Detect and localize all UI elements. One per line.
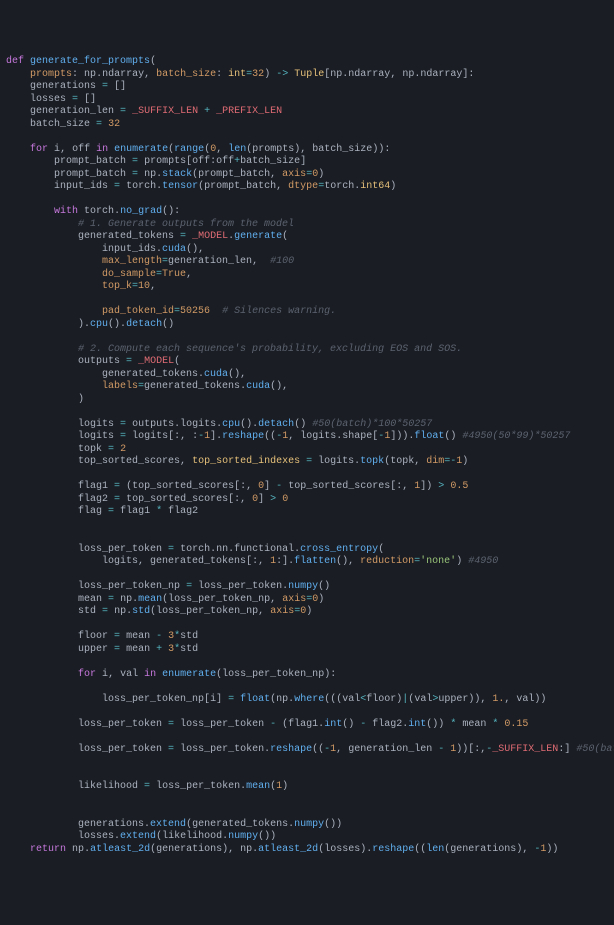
var-flag1: flag1 — [78, 481, 108, 492]
fn-extend: extend — [150, 819, 186, 830]
var-topidx: top_sorted_indexes — [192, 456, 300, 467]
fn-detach: detach — [126, 319, 162, 330]
comment-1: # 1. Generate outputs from the model — [78, 219, 294, 230]
comment-50: #50(batch)*100*50257 — [312, 419, 432, 430]
attr-shape: shape — [342, 431, 372, 442]
fn-cuda: cuda — [162, 244, 186, 255]
var-val: val — [120, 669, 138, 680]
fn-enumerate: enumerate — [114, 144, 168, 155]
comment-4950: #4950(50*99)*50257 — [462, 431, 570, 442]
kw-dosample: do_sample — [102, 269, 156, 280]
const-true: True — [162, 269, 186, 280]
lit-05: 0.5 — [450, 481, 468, 492]
type-tuple: Tuple — [294, 69, 324, 80]
comment-100: #100 — [270, 256, 294, 267]
var-flag2: flag2 — [78, 494, 108, 505]
default-32: 32 — [252, 69, 264, 80]
fn-generate: generate — [234, 231, 282, 242]
fn-nograd: no_grad — [120, 206, 162, 217]
fn-ce: cross_entropy — [300, 544, 378, 555]
kw-maxlen: max_length — [102, 256, 162, 267]
kw-dtype: dtype — [288, 181, 318, 192]
comment-50b: #50(batchsize)*50(length) — [576, 744, 614, 755]
kw-return: return — [30, 844, 66, 855]
comment-2: # 2. Compute each sequence's probability… — [78, 344, 462, 355]
comment-sil: # Silences warning. — [222, 306, 336, 317]
type-int: int — [228, 69, 246, 80]
const-suffix: _SUFFIX_LEN — [132, 106, 198, 117]
mod-func: functional — [234, 544, 294, 555]
var-mean: mean — [78, 594, 102, 605]
lit-015: 0.15 — [504, 719, 528, 730]
kw-labels: labels — [102, 381, 138, 392]
lit-32: 32 — [108, 119, 120, 130]
mod-nn: nn — [216, 544, 228, 555]
var-likelihood: likelihood — [78, 781, 138, 792]
lit-10: 10 — [138, 281, 150, 292]
str-none: 'none' — [420, 556, 456, 567]
param-bs: batch_size — [156, 69, 216, 80]
var-flag: flag — [78, 506, 102, 517]
comment-4950b: #4950 — [468, 556, 498, 567]
fn-name: generate_for_prompts — [30, 56, 150, 67]
code-editor[interactable]: def generate_for_prompts( prompts: np.nd… — [0, 50, 614, 862]
fn-float: float — [414, 431, 444, 442]
kw-axis: axis — [282, 169, 306, 180]
fn-cpu: cpu — [90, 319, 108, 330]
var-upper: upper — [78, 644, 108, 655]
lit-1f: 1. — [492, 694, 504, 705]
var-std: std — [78, 606, 96, 617]
var-outputs: outputs — [78, 356, 120, 367]
var-floor: floor — [78, 631, 108, 642]
var-lptnp: loss_per_token_np — [78, 581, 180, 592]
fn-len: len — [228, 144, 246, 155]
const-prefix: _PREFIX_LEN — [216, 106, 282, 117]
fn-topk: topk — [360, 456, 384, 467]
fn-numpy: numpy — [288, 581, 318, 592]
arg-inputids: input_ids — [102, 244, 156, 255]
var-logits: logits — [78, 419, 114, 430]
var-genlen: generation_len — [30, 106, 114, 117]
kw-def: def — [6, 56, 24, 67]
fn-flatten: flatten — [294, 556, 336, 567]
fn-tensor: tensor — [162, 181, 198, 192]
type-int64: int64 — [360, 181, 390, 192]
lit-50256: 50256 — [180, 306, 210, 317]
lit-2: 2 — [120, 444, 126, 455]
kw-reduction: reduction — [360, 556, 414, 567]
fn-range: range — [174, 144, 204, 155]
kw-dim: dim — [426, 456, 444, 467]
mod-torch: torch — [126, 181, 156, 192]
const-model: _MODEL — [192, 231, 228, 242]
param-prompts: prompts — [30, 69, 72, 80]
fn-atleast2d: atleast_2d — [90, 844, 150, 855]
fn-int: int — [324, 719, 342, 730]
fn-reshape: reshape — [222, 431, 264, 442]
var-topscores: top_sorted_scores — [78, 456, 180, 467]
var-lpt: loss_per_token — [78, 544, 162, 555]
fn-where: where — [294, 694, 324, 705]
kw-padtoken: pad_token_id — [102, 306, 174, 317]
kw-topk: top_k — [102, 281, 132, 292]
